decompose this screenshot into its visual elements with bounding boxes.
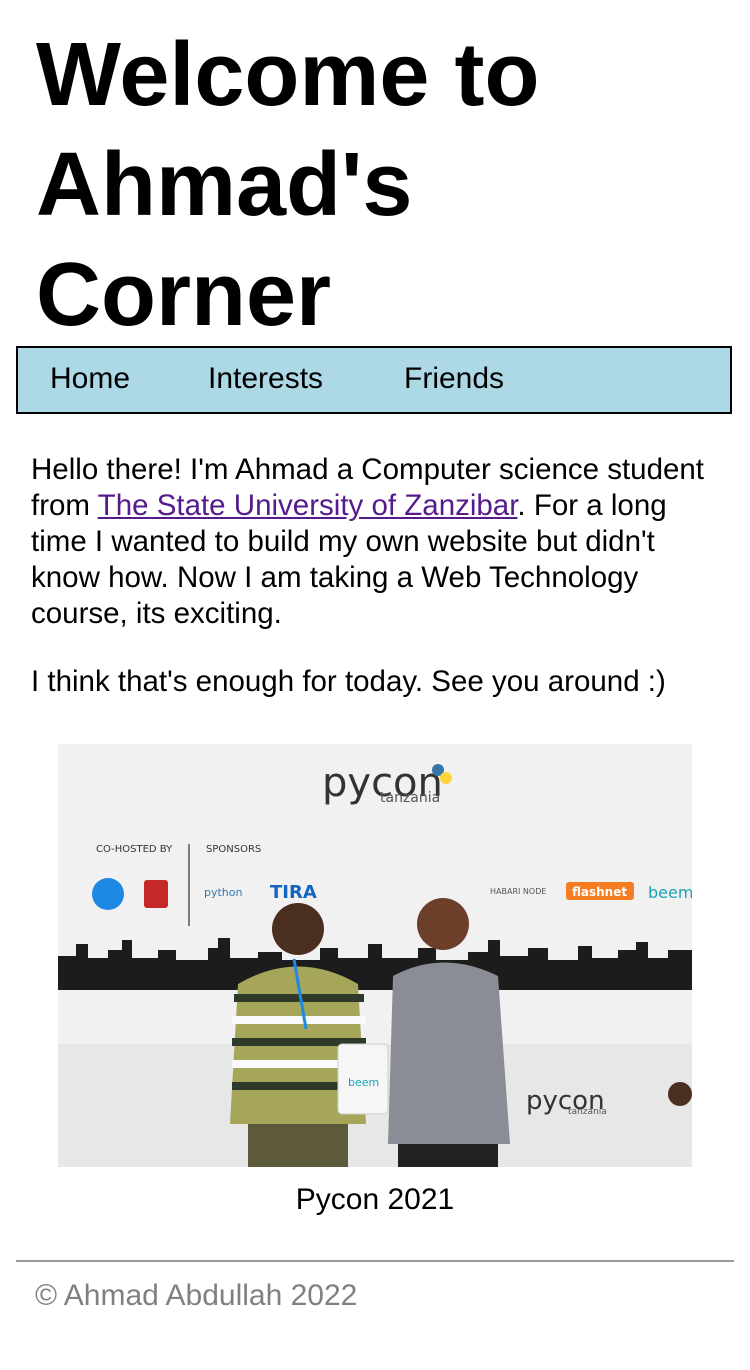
beem-sponsor-logo: beem	[648, 883, 692, 902]
cohosted-label: CO-HOSTED BY	[96, 844, 173, 855]
sponsors-label: SPONSORS	[206, 844, 261, 855]
footer-copyright: © Ahmad Abdullah 2022	[35, 1279, 358, 1312]
person-right-shirt	[388, 962, 510, 1144]
python-sponsor-logo: python	[204, 886, 243, 899]
closing-paragraph: I think that's enough for today. See you…	[31, 665, 666, 698]
photo-caption: Pycon 2021	[295, 1183, 455, 1216]
python-logo-icon-yellow	[440, 772, 452, 784]
pycon-logo-sub: tanzania	[380, 790, 440, 806]
intro-paragraph: Hello there! I'm Ahmad a Computer scienc…	[31, 452, 721, 632]
gift-bag-label: beem	[348, 1076, 379, 1089]
photo-scene: pycon tanzania CO-HOSTED BY SPONSORS pyt…	[58, 744, 692, 1167]
pycon-photo: pycon tanzania CO-HOSTED BY SPONSORS pyt…	[58, 744, 692, 1167]
nav-item-interests[interactable]: Interests	[208, 362, 323, 396]
tira-sponsor-logo: TIRA	[270, 882, 317, 903]
10-logo-icon	[144, 880, 168, 908]
flashnet-sponsor-logo: flashnet	[572, 885, 627, 899]
main-nav: Home Interests Friends	[16, 346, 732, 414]
footer-divider	[16, 1260, 734, 1262]
habari-node-logo: HABARI NODE	[490, 887, 546, 896]
nav-item-friends[interactable]: Friends	[404, 362, 504, 396]
university-link[interactable]: The State University of Zanzibar	[98, 489, 518, 522]
nav-item-home[interactable]: Home	[50, 362, 130, 396]
irabu-logo-icon	[92, 878, 124, 910]
page-title: Welcome to Ahmad's Corner	[36, 25, 540, 345]
person-right-head	[417, 898, 469, 950]
pycon-small-logo-sub: tanzania	[568, 1107, 607, 1117]
person-left-head	[272, 903, 324, 955]
